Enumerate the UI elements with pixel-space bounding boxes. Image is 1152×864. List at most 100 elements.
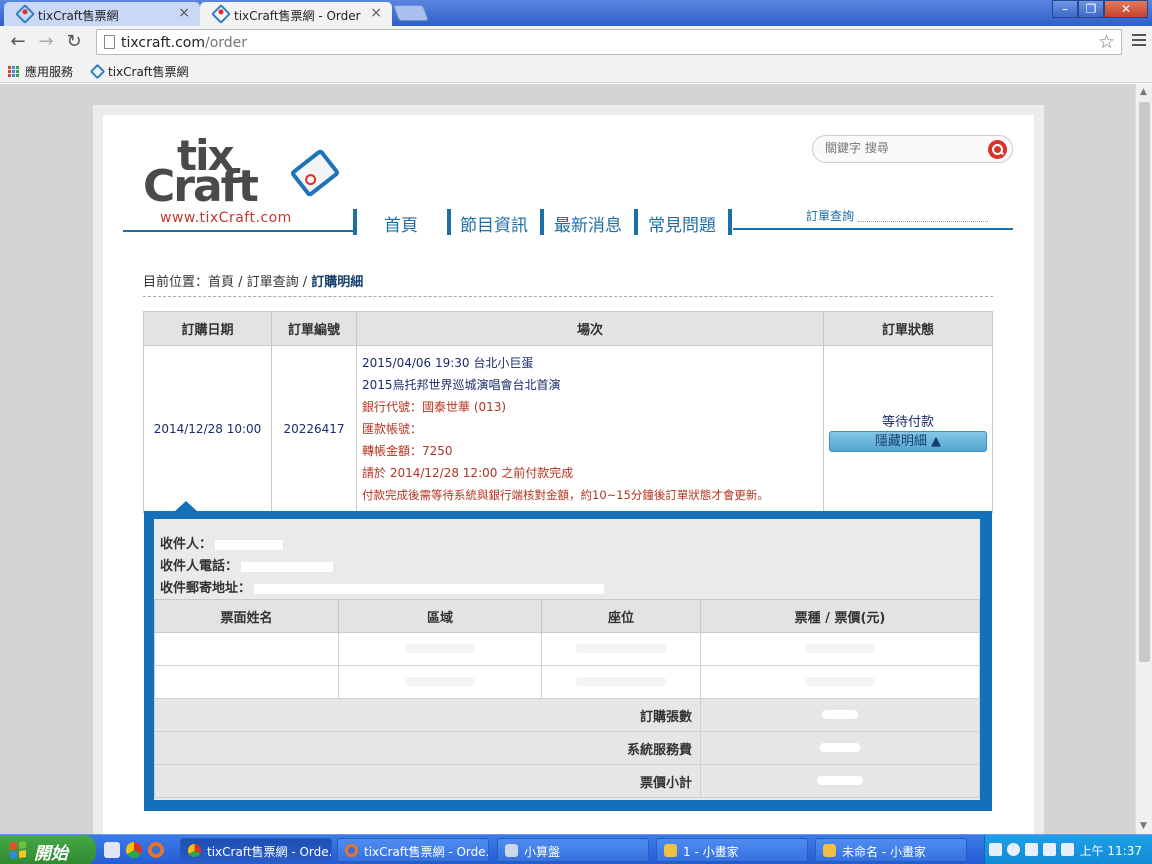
column-header: 座位	[541, 599, 701, 633]
bank-code: 銀行代號：國泰世華 (013)	[362, 400, 507, 414]
url-path: /order	[204, 35, 248, 51]
transfer-amount: 轉帳金額：7250	[362, 444, 453, 458]
taskbar-item-paint-1[interactable]: 1 - 小畫家	[656, 838, 808, 862]
tixcraft-favicon-icon	[211, 4, 231, 24]
taskbar-item-paint-untitled[interactable]: 未命名 - 小畫家	[815, 838, 967, 862]
payment-deadline: 請於 2014/12/28 12:00 之前付款完成	[362, 466, 574, 480]
payment-note: 付款完成後需等待系統與銀行端核對金額，約10~15分鐘後訂單狀態才會更新。	[362, 488, 769, 502]
search-icon[interactable]	[988, 140, 1007, 159]
network-icon[interactable]	[1043, 843, 1056, 856]
show-desktop-icon[interactable]	[104, 842, 120, 858]
redacted-area	[822, 710, 858, 719]
redacted-area	[817, 776, 863, 785]
order-date: 2014/12/28 10:00	[143, 345, 272, 513]
taskbar-item-label: 小算盤	[524, 845, 561, 859]
ticket-holder-cell	[154, 665, 339, 699]
scroll-up-icon[interactable]: ▲	[1140, 87, 1147, 97]
scroll-thumb[interactable]	[1139, 102, 1150, 662]
redacted-area	[215, 539, 284, 550]
tab-tixcraft[interactable]: tixCraft售票網 ×	[4, 2, 200, 26]
scroll-down-icon[interactable]: ▼	[1140, 821, 1147, 831]
ticket-price-cell	[700, 632, 980, 666]
taskbar-item-label: 1 - 小畫家	[683, 845, 739, 859]
nav-programs[interactable]: 節目資訊	[460, 211, 528, 236]
logo-url: www.tixCraft.com	[160, 210, 292, 226]
taskbar-item-chrome[interactable]: tixCraft售票網 - Orde...	[180, 838, 332, 862]
redacted-area	[576, 644, 666, 653]
tray-expand-icon[interactable]	[1007, 843, 1020, 856]
tab-label: tixCraft售票網	[38, 9, 119, 23]
column-header: 場次	[356, 311, 824, 346]
new-tab-button[interactable]	[393, 5, 429, 21]
order-detail: 2015/04/06 19:30 台北小巨蛋 2015烏托邦世界巡城演唱會台北首…	[356, 345, 824, 513]
settings-icon[interactable]	[1025, 843, 1038, 856]
table-row	[154, 665, 980, 699]
taskbar-item-label: 未命名 - 小畫家	[842, 845, 926, 859]
back-arrow-icon[interactable]: ←	[6, 30, 30, 54]
volume-icon[interactable]	[1061, 843, 1074, 856]
ticket-count-label: 訂購張數	[154, 698, 701, 732]
nav-divider	[733, 228, 1013, 230]
menu-icon[interactable]	[1132, 34, 1146, 48]
order-number: 20226417	[271, 345, 357, 513]
logo-text-craft: Craft	[143, 161, 259, 212]
table-header-row: 訂購日期 訂單編號 場次 訂單狀態	[143, 311, 993, 346]
redacted-area	[857, 211, 988, 222]
order-status-cell: 等待付款 隱藏明細 ▲	[823, 345, 993, 513]
firefox-icon	[345, 844, 358, 857]
window-controls: – ❐ ✕	[1052, 0, 1148, 18]
firefox-icon[interactable]	[148, 842, 164, 858]
nav-separator	[728, 209, 732, 235]
taskbar-item-label: tixCraft售票網 - Orde...	[364, 845, 489, 859]
nav-separator	[540, 209, 544, 235]
bookmark-star-icon[interactable]: ☆	[1098, 31, 1115, 53]
nav-faq[interactable]: 常見問題	[648, 211, 716, 236]
order-query-link[interactable]: 訂單查詢	[806, 207, 988, 224]
paint-icon	[823, 844, 836, 857]
start-button[interactable]: 開始	[0, 835, 96, 864]
bookmark-apps[interactable]: 應用服務	[8, 63, 73, 80]
search-input[interactable]	[825, 141, 975, 155]
nav-home[interactable]: 首頁	[384, 211, 418, 236]
service-fee-label: 系統服務費	[154, 731, 701, 765]
bookmarks-bar: 應用服務 tixCraft售票網	[0, 58, 1152, 83]
window-close-icon[interactable]: ✕	[1104, 0, 1148, 18]
vertical-scrollbar[interactable]: ▲ ▼	[1135, 84, 1152, 834]
nav-separator	[353, 209, 357, 235]
column-header: 訂購日期	[143, 311, 272, 346]
nav-separator	[447, 209, 451, 235]
ime-icon[interactable]	[989, 843, 1002, 856]
tab-tixcraft-order[interactable]: tixCraft售票網 - Order ×	[200, 2, 392, 26]
bookmark-label: 應用服務	[25, 65, 74, 79]
tixcraft-logo[interactable]: tix Craft www.tixCraft.com	[143, 131, 343, 226]
minimize-icon[interactable]: –	[1052, 0, 1078, 18]
column-header: 票面姓名	[154, 599, 339, 633]
maximize-icon[interactable]: ❐	[1078, 0, 1104, 18]
url-host: tixcraft.com	[121, 35, 205, 51]
forward-arrow-icon[interactable]: →	[34, 30, 58, 54]
redacted-area	[805, 644, 875, 653]
table-row: 2014/12/28 10:00 20226417 2015/04/06 19:…	[143, 345, 993, 513]
breadcrumb: 目前位置：首頁 / 訂單查詢 / 訂購明細	[143, 271, 993, 297]
close-icon[interactable]: ×	[370, 5, 382, 21]
ticket-count-value	[700, 698, 980, 732]
page-frame: tix Craft www.tixCraft.com 首頁 節目資訊 最新消息 …	[93, 105, 1044, 834]
reload-icon[interactable]: ↻	[62, 30, 86, 54]
hide-details-button[interactable]: 隱藏明細 ▲	[829, 430, 987, 452]
start-label: 開始	[34, 844, 68, 864]
nav-news[interactable]: 最新消息	[554, 211, 622, 236]
address-bar[interactable]: tixcraft.com/order ☆	[96, 29, 1122, 55]
breadcrumb-path: 目前位置：首頁 / 訂單查詢 /	[143, 275, 312, 290]
redacted-area	[805, 677, 875, 686]
tixcraft-favicon-icon	[15, 4, 35, 24]
column-header: 區域	[338, 599, 542, 633]
column-header: 訂單編號	[271, 311, 357, 346]
account-number: 匯款帳號：	[362, 422, 423, 436]
close-icon[interactable]: ×	[178, 5, 190, 21]
taskbar-item-calculator[interactable]: 小算盤	[497, 838, 649, 862]
tab-label: tixCraft售票網 - Order	[234, 9, 361, 23]
taskbar-item-firefox[interactable]: tixCraft售票網 - Orde...	[337, 838, 489, 862]
subtotal-label: 票價小計	[154, 764, 701, 798]
chrome-icon[interactable]	[126, 842, 142, 858]
bookmark-tixcraft[interactable]: tixCraft售票網	[89, 63, 189, 80]
